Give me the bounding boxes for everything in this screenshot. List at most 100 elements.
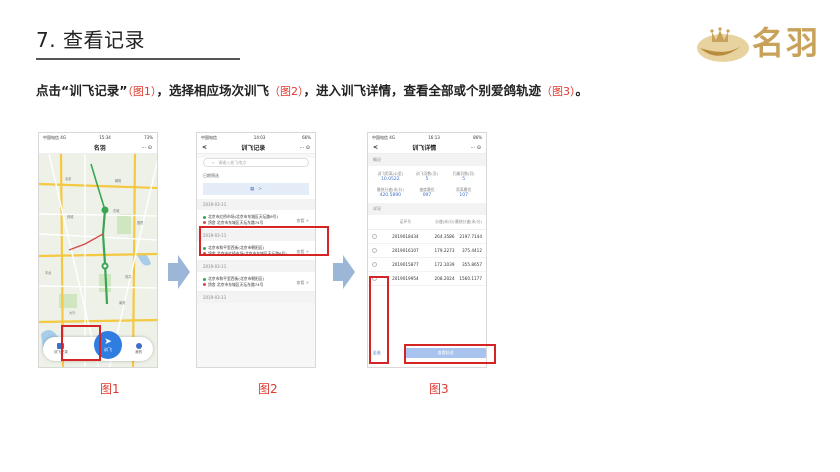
screen-title: 训飞详情 — [412, 145, 437, 152]
wing-crown-icon — [697, 27, 749, 62]
tab-mine[interactable]: 我的 — [135, 343, 142, 355]
stat-item: 最快分速(米/分) 420.5890 — [372, 187, 409, 198]
stat-value: 5 — [425, 177, 429, 182]
send-arrow-icon: ➤ — [104, 336, 112, 347]
start-dot-icon — [203, 277, 206, 281]
back-button[interactable]: < — [202, 144, 207, 151]
stat-value: 10.0522 — [381, 177, 400, 182]
stat-value: 097 — [422, 193, 432, 198]
speed-value: 172.1039 — [434, 262, 455, 267]
svg-text:南苑: 南苑 — [119, 300, 126, 305]
table-row[interactable]: 2019016107 179.2273 375.4412 — [368, 244, 486, 258]
back-button[interactable]: < — [373, 144, 378, 151]
carrier: 中国电信 — [201, 134, 217, 140]
figure-caption-2: 图2 — [258, 382, 278, 396]
stat-item: 速度最优 097 — [409, 187, 446, 198]
ring-number: 2019015877 — [392, 262, 419, 267]
ring-number: 2019016107 — [392, 248, 419, 253]
max-speed-value: 2197.7144 — [459, 234, 482, 239]
logo-text: 名羽 — [752, 24, 821, 62]
max-speed-value: 375.4412 — [462, 248, 482, 253]
end-dot-icon — [203, 283, 206, 286]
miniapp-controls[interactable]: ··· ⊙ — [299, 145, 310, 151]
next-arrow-icon — [168, 255, 190, 289]
battery-level: 73% — [144, 135, 153, 140]
svg-text:北京: 北京 — [65, 176, 71, 181]
stat-label: 训飞距离(公里) — [377, 171, 404, 176]
miniapp-controls[interactable]: ··· ⊙ — [141, 145, 152, 151]
date-filter-label: 日期筛选 — [203, 173, 219, 178]
figure-ref-3: （图3） — [540, 85, 576, 98]
flight-record-item[interactable]: 北京市和平里西街(北京市朝阳区) 鸽舍 北京市东城区天坛东路74号 查看 > — [197, 272, 315, 292]
person-icon — [135, 343, 142, 349]
date-filter-button[interactable]: ▦ > — [203, 183, 309, 195]
clock: 16:13 — [428, 135, 440, 140]
tab-label: 我的 — [135, 350, 143, 354]
screen-title: 名羽 — [93, 145, 106, 152]
stat-label: 训飞羽数(羽) — [416, 171, 438, 176]
instruction-part: 。 — [575, 83, 588, 98]
svg-text:西城: 西城 — [67, 214, 74, 219]
search-placeholder: 请输入放飞地点 — [218, 159, 247, 165]
stat-item: 距离最优 107 — [445, 187, 482, 198]
figure-ref-1: （图1） — [127, 85, 157, 98]
select-radio[interactable] — [372, 233, 377, 239]
select-radio[interactable] — [372, 261, 377, 267]
stat-label: 归巢羽数(羽) — [452, 171, 475, 176]
status-bar: 中国电信 14:03 66% — [197, 133, 315, 142]
miniapp-controls[interactable]: ··· ⊙ — [470, 145, 481, 151]
next-arrow-icon — [333, 255, 355, 289]
instruction-part: ，进入训飞详情，查看全部或个别爱鸽轨迹 — [303, 83, 541, 98]
column-header: 分速(米/分) — [435, 219, 455, 224]
search-icon: ⌕ — [212, 160, 215, 165]
record-date: 2019-03-11 — [197, 261, 315, 272]
stat-item: 训飞羽数(羽) 5 — [409, 171, 446, 182]
highlight-box-records-tab — [61, 325, 101, 361]
max-speed-value: 1560.1177 — [459, 276, 482, 281]
speed-value: 208.2024 — [434, 276, 455, 281]
end-dot-icon — [203, 221, 206, 224]
record-start: 北京市红桥市场(北京市东城区天坛路6号) — [208, 214, 278, 219]
stat-label: 速度最优 — [419, 187, 435, 192]
table-row[interactable]: 2019015877 172.1039 355.8657 — [368, 258, 486, 272]
stat-value: 420.5890 — [379, 193, 402, 198]
search-section: ⌕ 请输入放飞地点 日期筛选 ▦ > — [197, 158, 315, 199]
highlight-box-select-column — [369, 276, 389, 364]
column-header: 最快分速(米/分) — [454, 219, 482, 224]
detail-section-label: 详况 — [368, 203, 486, 215]
stat-value: 107 — [459, 193, 468, 198]
svg-text:大兴: 大兴 — [69, 310, 76, 315]
svg-text:东城: 东城 — [113, 208, 120, 213]
svg-text:丰台: 丰台 — [45, 270, 51, 275]
svg-text:国贸: 国贸 — [137, 220, 143, 225]
title-underline — [36, 58, 240, 60]
clock: 15:34 — [99, 135, 111, 140]
column-header: 足环号 — [399, 219, 412, 224]
max-speed-value: 355.8657 — [462, 262, 482, 267]
battery-level: 66% — [302, 135, 311, 140]
clock: 14:03 — [253, 135, 266, 140]
search-input[interactable]: ⌕ 请输入放飞地点 — [203, 158, 309, 167]
ring-number: 2019018434 — [392, 234, 419, 239]
view-link[interactable]: 查看 > — [296, 280, 309, 286]
brand-logo: 名羽 — [690, 18, 830, 68]
stat-item: 训飞距离(公里) 10.0522 — [372, 171, 409, 182]
speed-value: 264.3586 — [434, 234, 455, 239]
figure-caption-1: 图1 — [100, 382, 120, 396]
record-start: 北京市和平里西街(北京市朝阳区) — [208, 276, 265, 281]
svg-text:朝阳: 朝阳 — [115, 178, 121, 183]
stat-item: 归巢羽数(羽) 5 — [445, 171, 482, 182]
battery-level: 86% — [473, 135, 482, 140]
figure-caption-3: 图3 — [429, 382, 449, 396]
view-link[interactable]: 查看 > — [296, 218, 309, 224]
ring-number: 2019019954 — [392, 276, 419, 281]
table-row[interactable]: 2019018434 264.3586 2197.7144 — [368, 230, 486, 244]
calendar-icon: ▦ — [249, 186, 255, 192]
speed-value: 179.2273 — [434, 248, 455, 253]
stat-label: 最快分速(米/分) — [376, 187, 404, 192]
select-radio[interactable] — [372, 247, 377, 253]
instruction-part: 点击“训飞记录” — [36, 83, 128, 98]
record-end: 鸽舍 北京市东城区天坛东路74号 — [208, 281, 264, 287]
start-dot-icon — [203, 215, 206, 219]
carrier: 中国电信 4G — [372, 134, 395, 140]
